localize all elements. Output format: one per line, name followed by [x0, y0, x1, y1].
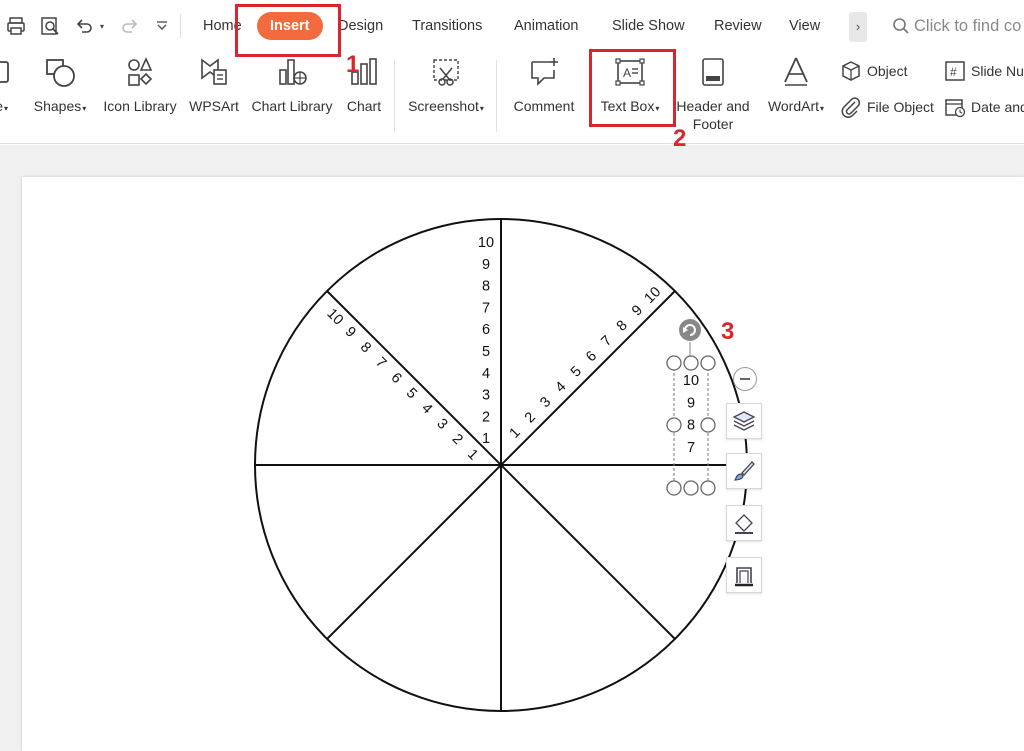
- tab-slide-show[interactable]: Slide Show: [612, 12, 685, 40]
- date-time-button[interactable]: Date and: [944, 95, 1024, 119]
- slide-number-icon: #: [945, 61, 965, 81]
- header-footer-label-line1: Header and: [676, 98, 750, 114]
- comment-icon: [528, 56, 560, 88]
- annotation-step-1: 1: [346, 51, 360, 78]
- screenshot-icon: [430, 56, 462, 88]
- calendar-icon: [945, 99, 966, 118]
- wpsart-button[interactable]: WPSArt: [186, 52, 242, 144]
- undo-icon[interactable]: [72, 14, 96, 38]
- shape-effect-button[interactable]: [726, 557, 762, 593]
- customize-quick-access-icon[interactable]: [150, 14, 174, 38]
- chart-library-icon: [276, 56, 308, 88]
- minus-icon: [740, 378, 750, 380]
- layers-icon: [732, 411, 756, 431]
- wordart-icon: [780, 56, 812, 88]
- shapes-icon: [44, 56, 76, 88]
- picture-icon: [0, 56, 18, 88]
- frame-outline-icon: [735, 567, 753, 587]
- object-button[interactable]: Object: [840, 59, 907, 83]
- paint-bucket-icon: [735, 514, 753, 534]
- search-icon: [893, 18, 909, 34]
- print-preview-icon[interactable]: [38, 14, 62, 38]
- annotation-step-2: 2: [673, 125, 687, 152]
- shape-outline-button[interactable]: [726, 505, 762, 541]
- object-icon: [842, 61, 860, 81]
- slide-number-button[interactable]: # Slide Nu: [944, 59, 1024, 83]
- print-icon[interactable]: [4, 14, 28, 38]
- tab-design[interactable]: Design: [338, 12, 383, 40]
- slide-canvas[interactable]: [22, 177, 1024, 751]
- file-object-label: File Object: [867, 99, 934, 115]
- picture-label: e: [0, 98, 3, 114]
- screenshot-label: Screenshot: [408, 98, 479, 114]
- tab-animation[interactable]: Animation: [514, 12, 578, 40]
- collapse-toolbar-button[interactable]: [733, 367, 757, 391]
- arrange-layers-button[interactable]: [726, 403, 762, 439]
- icon-library-button[interactable]: Icon Library: [100, 52, 180, 144]
- undo-dropdown-icon[interactable]: ▾: [96, 14, 108, 38]
- wordart-label: WordArt: [767, 98, 820, 114]
- search-box[interactable]: Click to find co: [892, 14, 1021, 38]
- search-placeholder: Click to find co: [914, 16, 1022, 35]
- annotation-box-insert-tab: [235, 4, 341, 57]
- picture-button[interactable]: e▾: [0, 52, 9, 144]
- tab-view[interactable]: View: [789, 12, 820, 40]
- icon-library-label: Icon Library: [103, 98, 177, 114]
- shapes-label: Shapes: [33, 98, 82, 114]
- paperclip-icon: [841, 97, 861, 118]
- quick-access-divider: [180, 14, 181, 38]
- tab-transitions[interactable]: Transitions: [412, 12, 482, 40]
- chart-library-label: Chart Library: [251, 98, 333, 114]
- slide-number-label: Slide Nu: [971, 63, 1024, 79]
- shapes-button[interactable]: Shapes▾: [28, 52, 92, 144]
- annotation-box-text-box: [589, 49, 676, 127]
- icon-library-icon: [124, 56, 156, 88]
- comment-label: Comment: [513, 98, 575, 114]
- wpsart-label: WPSArt: [189, 98, 239, 114]
- header-footer-icon: [697, 56, 729, 88]
- ribbon-divider: [394, 60, 395, 132]
- svg-text:#: #: [950, 65, 957, 79]
- wpsart-icon: [198, 56, 230, 88]
- chart-library-button[interactable]: Chart Library: [248, 52, 336, 144]
- slide-workspace: [0, 145, 1024, 751]
- chart-label: Chart: [346, 98, 382, 114]
- redo-icon[interactable]: [118, 14, 142, 38]
- object-label: Object: [867, 63, 908, 79]
- shape-fill-button[interactable]: [726, 453, 762, 489]
- tab-review[interactable]: Review: [714, 12, 762, 40]
- more-tabs-button[interactable]: ›: [849, 12, 867, 42]
- comment-button[interactable]: Comment: [508, 52, 580, 144]
- file-object-button[interactable]: File Object: [840, 95, 934, 119]
- date-time-label: Date and: [971, 99, 1024, 115]
- ribbon-tab-bar: ▾ Home Insert Design Transitions Animati…: [0, 0, 1024, 52]
- annotation-step-3: 3: [721, 318, 735, 345]
- insert-ribbon: e▾ Shapes▾ Icon Library WPSArt Chart Lib…: [0, 52, 1024, 144]
- ribbon-divider: [496, 60, 497, 132]
- brush-icon: [734, 461, 755, 481]
- screenshot-button[interactable]: Screenshot▾: [402, 52, 490, 144]
- wordart-button[interactable]: WordArt▾: [760, 52, 832, 144]
